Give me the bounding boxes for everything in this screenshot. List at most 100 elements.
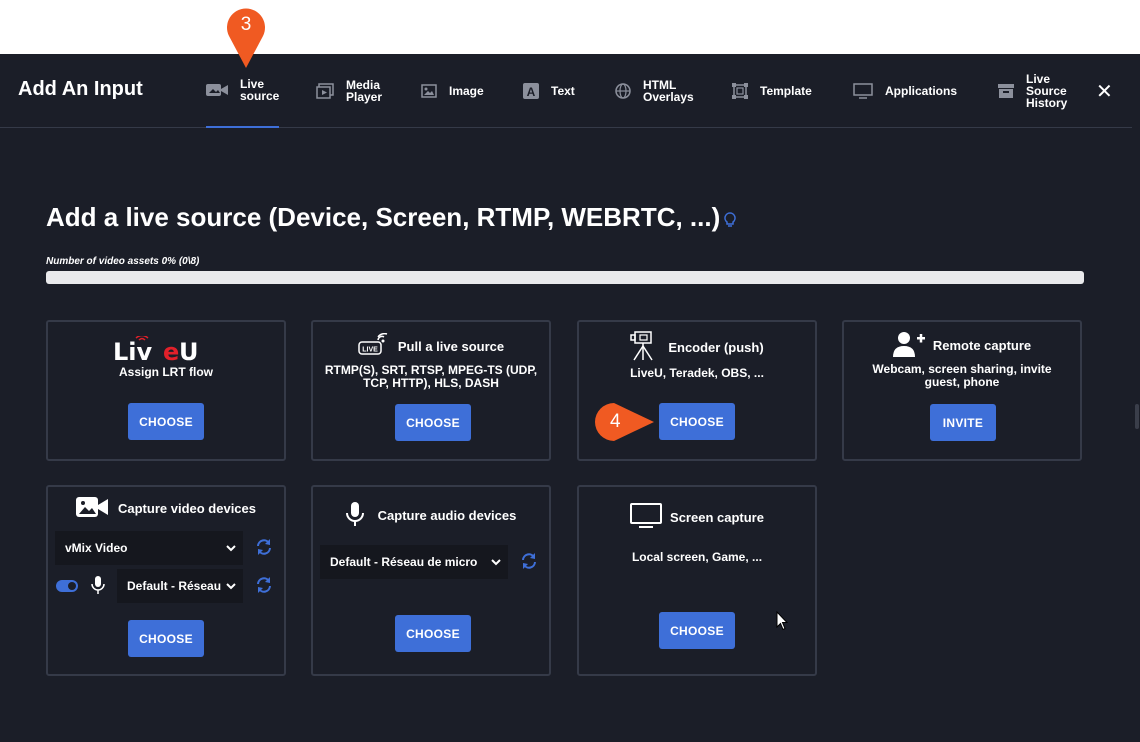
camera-icon (206, 82, 228, 98)
card-capture-video-devices: Capture video devices vMix Video Default… (46, 485, 286, 676)
screen-title-text: Screen capture (670, 510, 764, 525)
tab-media-player-label-2: Player (346, 90, 383, 104)
encoder-desc: LiveU, Teradek, OBS, ... (630, 366, 764, 380)
step-4-callout: 4 (594, 402, 656, 442)
add-user-icon (892, 330, 925, 361)
tab-template-label: Template (760, 84, 812, 98)
encoder-title: Encoder (push) (579, 330, 815, 365)
video-audio-device-select-value: Default - Réseau (127, 579, 222, 593)
refresh-audio-devices-icon[interactable] (520, 552, 538, 575)
pull-choose-button[interactable]: CHOOSE (395, 404, 471, 441)
tab-live-source-history[interactable]: Live Source History (998, 54, 1067, 128)
lightbulb-icon[interactable] (724, 204, 736, 235)
callout-arrow-shape (595, 403, 654, 441)
card-liveu: Liv e U Assign LRT flow CHOOSE (46, 320, 286, 461)
scrollbar-track[interactable] (1132, 66, 1140, 742)
refresh-video-audio-icon[interactable] (255, 576, 273, 599)
media-player-icon (316, 83, 334, 99)
remote-title-text: Remote capture (932, 338, 1032, 353)
modal-title: Add An Input (18, 78, 143, 100)
remote-title: Remote capture (844, 330, 1080, 361)
video-title-text: Capture video devices (118, 501, 256, 516)
audio-title: Capture audio devices (313, 501, 549, 530)
svg-text:e: e (163, 338, 179, 364)
tab-text[interactable]: A Text (523, 54, 575, 128)
pull-title: LIVE Pull a live source (313, 332, 549, 360)
audio-enable-toggle[interactable] (56, 580, 78, 592)
add-input-modal: Add An Input Live source Media Player Imag… (0, 54, 1140, 742)
audio-device-select-value: Default - Réseau de micro (330, 555, 478, 569)
liveu-logo: Liv e U (48, 336, 284, 364)
tab-live-source-label-2: source (240, 89, 280, 103)
svg-text:A: A (527, 85, 536, 99)
scrollbar-thumb[interactable] (1135, 404, 1139, 429)
microphone-icon (345, 501, 364, 530)
card-screen-capture: Screen capture Local screen, Game, ... C… (577, 485, 817, 676)
video-audio-device-select[interactable]: Default - Réseau (117, 569, 243, 603)
audio-device-select[interactable]: Default - Réseau de micro (320, 545, 508, 579)
monitor-icon (853, 83, 873, 99)
card-capture-audio-devices: Capture audio devices Default - Réseau d… (311, 485, 551, 676)
pull-desc: RTMP(S), SRT, RTSP, MPEG-TS (UDP, TCP, HT… (313, 364, 549, 390)
card-pull-live-source: LIVE Pull a live source RTMP(S), SRT, RT… (311, 320, 551, 461)
liveu-choose-button[interactable]: CHOOSE (128, 403, 204, 440)
remote-desc: Webcam, screen sharing, invite guest, pho… (844, 363, 1080, 389)
microphone-icon (91, 575, 105, 600)
tab-applications[interactable]: Applications (853, 54, 957, 128)
video-assets-label: Number of video assets 0% (0\8) (46, 256, 200, 267)
archive-icon (998, 83, 1014, 99)
remote-desc-line-1: Webcam, screen sharing, invite (872, 362, 1052, 376)
screen-title: Screen capture (579, 503, 815, 532)
close-button[interactable]: ✕ (1096, 79, 1113, 104)
refresh-video-devices-icon[interactable] (255, 538, 273, 561)
monitor-icon (630, 503, 663, 532)
encoder-choose-button[interactable]: CHOOSE (659, 403, 735, 440)
video-choose-button[interactable]: CHOOSE (128, 620, 204, 657)
template-icon (732, 83, 748, 99)
screen-choose-button[interactable]: CHOOSE (659, 612, 735, 649)
tab-image-label: Image (449, 84, 484, 98)
image-icon (421, 84, 437, 98)
mouse-cursor-icon (776, 610, 789, 636)
chevron-down-icon (225, 578, 237, 597)
page-title-text: Add a live source (Device, Screen, RTMP,… (46, 202, 721, 232)
svg-text:Liv: Liv (113, 338, 153, 364)
tab-media-player[interactable]: Media Player (316, 54, 382, 128)
encoder-camera-tripod-icon (630, 330, 658, 365)
tab-history-label-3: History (1026, 96, 1068, 110)
step-3-callout: 3 (225, 2, 267, 70)
globe-icon (615, 83, 631, 99)
tab-text-label: Text (551, 84, 575, 98)
toggle-knob (68, 582, 76, 590)
step-4-number: 4 (610, 411, 621, 432)
video-device-select[interactable]: vMix Video (55, 531, 243, 565)
chevron-down-icon (490, 554, 502, 573)
remote-invite-button[interactable]: INVITE (930, 404, 996, 441)
encoder-title-text: Encoder (push) (668, 340, 764, 355)
tab-applications-label: Applications (885, 84, 958, 98)
video-device-select-value: vMix Video (65, 541, 128, 555)
tab-html-overlays[interactable]: HTML Overlays (615, 54, 694, 128)
pull-desc-line-2: TCP, HTTP), HLS, DASH (363, 376, 499, 390)
card-remote-capture: Remote capture Webcam, screen sharing, i… (842, 320, 1082, 461)
live-broadcast-icon: LIVE (358, 332, 390, 360)
tab-template[interactable]: Template (732, 54, 812, 128)
liveu-title: Assign LRT flow (119, 365, 213, 379)
chevron-down-icon (225, 540, 237, 559)
pull-desc-line-1: RTMP(S), SRT, RTSP, MPEG-TS (UDP, (324, 363, 538, 377)
liveu-logo-icon: Liv e U (113, 336, 199, 364)
remote-desc-line-2: guest, phone (924, 375, 1000, 389)
audio-choose-button[interactable]: CHOOSE (395, 615, 471, 652)
tab-html-overlays-label-2: Overlays (643, 90, 694, 104)
video-camera-icon (76, 495, 108, 522)
step-3-number: 3 (240, 14, 252, 35)
svg-text:LIVE: LIVE (362, 347, 378, 354)
tab-image[interactable]: Image (421, 54, 484, 128)
pull-title-text: Pull a live source (397, 339, 505, 354)
page-title: Add a live source (Device, Screen, RTMP,… (46, 202, 736, 235)
text-icon: A (523, 83, 539, 99)
screen-desc: Local screen, Game, ... (631, 550, 763, 564)
svg-text:U: U (179, 338, 199, 364)
modal-header: Add An Input Live source Media Player Imag… (0, 54, 1140, 128)
video-title: Capture video devices (48, 495, 284, 522)
